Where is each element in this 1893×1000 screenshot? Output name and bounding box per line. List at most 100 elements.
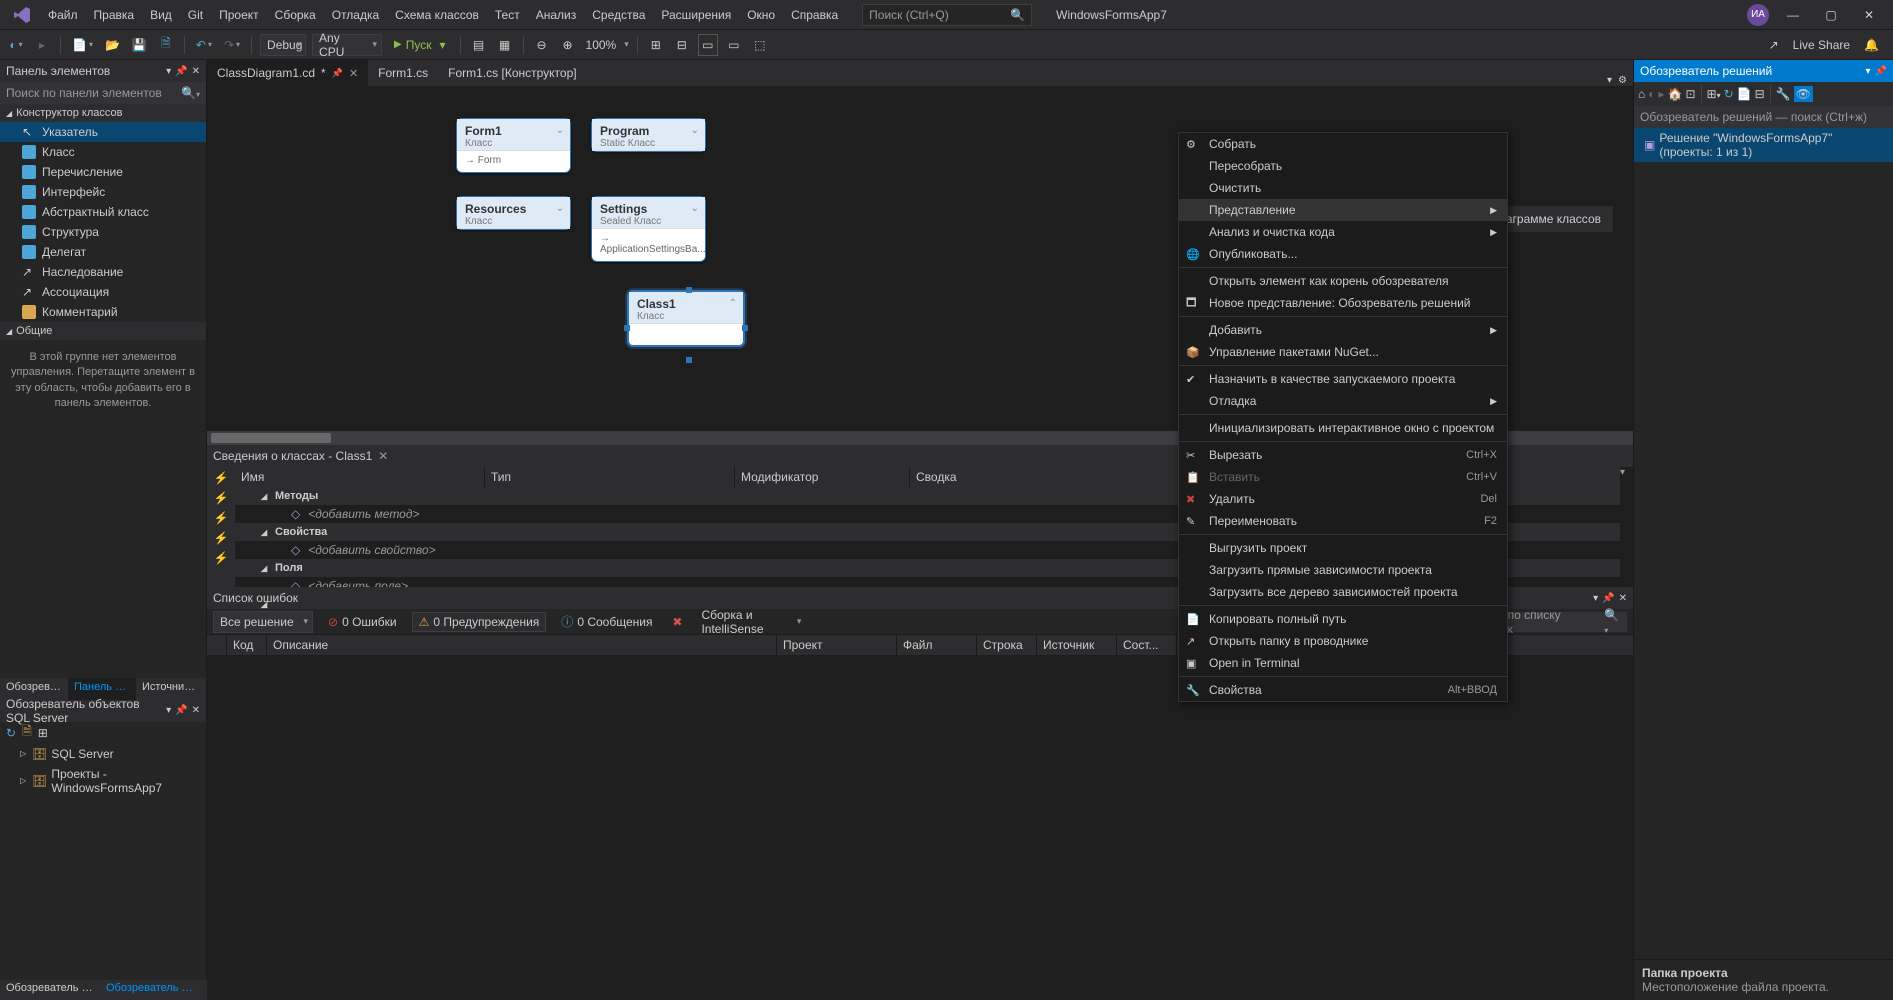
- doc-tabs-dropdown-icon[interactable]: ▾: [1607, 75, 1612, 86]
- tool-icon-3[interactable]: ⊞: [646, 34, 666, 56]
- tool-icon-5[interactable]: ▭: [698, 34, 718, 56]
- toolbox-item[interactable]: ↗Наследование: [0, 262, 206, 282]
- class-details-more-icon[interactable]: ▾: [1620, 467, 1633, 587]
- context-menu-item[interactable]: Открыть элемент как корень обозревателя: [1179, 270, 1507, 292]
- toolbox-pin-icon[interactable]: 📌: [175, 66, 187, 77]
- toolbox-item[interactable]: Перечисление: [0, 162, 206, 182]
- context-menu-item[interactable]: 📦Управление пакетами NuGet...: [1179, 341, 1507, 363]
- chevron-icon[interactable]: ⌄: [691, 203, 699, 214]
- sol-home2-icon[interactable]: 🏠: [1668, 87, 1683, 101]
- notifications-icon[interactable]: 🔔: [1864, 38, 1879, 52]
- redo-button[interactable]: ↷▾: [221, 34, 243, 56]
- sol-sync-icon[interactable]: ⊡: [1685, 87, 1695, 101]
- cd-icon-2[interactable]: ⚡: [214, 491, 229, 505]
- solution-search-input[interactable]: Обозреватель решений — поиск (Ctrl+ж): [1634, 106, 1893, 128]
- menu-сборка[interactable]: Сборка: [267, 4, 324, 26]
- context-menu-item[interactable]: ✖УдалитьDel: [1179, 488, 1507, 510]
- resize-handle[interactable]: [686, 287, 692, 293]
- errlist-pin-icon[interactable]: 📌: [1602, 593, 1614, 604]
- error-column[interactable]: Проект: [777, 635, 897, 655]
- tab-close-icon[interactable]: ✕: [349, 67, 358, 80]
- context-menu-item[interactable]: ⚙Собрать: [1179, 133, 1507, 155]
- tool-icon-6[interactable]: ▭: [724, 34, 744, 56]
- menu-схема классов[interactable]: Схема классов: [387, 4, 487, 26]
- chevron-icon[interactable]: ⌄: [556, 125, 564, 136]
- error-scope-combo[interactable]: Все решение: [213, 611, 313, 633]
- context-menu-item[interactable]: ✂ВырезатьCtrl+X: [1179, 444, 1507, 466]
- close-button[interactable]: ✕: [1855, 3, 1883, 27]
- context-menu-item[interactable]: Представление▶: [1179, 199, 1507, 221]
- live-share-button[interactable]: Live Share: [1793, 38, 1850, 52]
- minimize-button[interactable]: —: [1779, 3, 1807, 27]
- sql-group-icon[interactable]: ⊞: [38, 726, 48, 740]
- errors-filter[interactable]: ⊘0 Ошибки: [321, 612, 404, 632]
- doc-tabs-gear-icon[interactable]: ⚙: [1618, 75, 1627, 86]
- open-button[interactable]: 📂: [102, 34, 123, 56]
- zoom-in-button[interactable]: ⊕: [558, 34, 578, 56]
- menu-расширения[interactable]: Расширения: [653, 4, 739, 26]
- toolbox-item[interactable]: Абстрактный класс: [0, 202, 206, 222]
- status-tab[interactable]: Обозреватель объ...: [100, 980, 200, 1000]
- menu-окно[interactable]: Окно: [739, 4, 783, 26]
- nav-back-button[interactable]: ◐▾: [6, 34, 26, 56]
- context-menu-item[interactable]: Загрузить прямые зависимости проекта: [1179, 559, 1507, 581]
- chevron-icon[interactable]: ⌃: [729, 298, 737, 309]
- cd-icon-4[interactable]: ⚡: [214, 531, 229, 545]
- context-menu-item[interactable]: Инициализировать интерактивное окно с пр…: [1179, 417, 1507, 439]
- sql-dropdown-icon[interactable]: ▾: [166, 705, 171, 716]
- error-column[interactable]: Код: [227, 635, 267, 655]
- class-box[interactable]: SettingsSealed Класс⌄→ ApplicationSettin…: [591, 196, 706, 262]
- tool-icon-4[interactable]: ⊟: [672, 34, 692, 56]
- sol-fwd-icon[interactable]: ▸: [1659, 87, 1665, 101]
- toolbox-item[interactable]: Структура: [0, 222, 206, 242]
- sol-refresh-icon[interactable]: ↻: [1724, 87, 1734, 101]
- cd-icon-5[interactable]: ⚡: [214, 551, 229, 565]
- error-column[interactable]: Строка: [977, 635, 1037, 655]
- run-button[interactable]: Пуск▾: [388, 34, 451, 56]
- context-menu-item[interactable]: ▣Open in Terminal: [1179, 652, 1507, 674]
- errlist-close-icon[interactable]: ✕: [1619, 593, 1627, 604]
- chevron-icon[interactable]: ⌄: [556, 203, 564, 214]
- sol-home-icon[interactable]: ⌂: [1638, 87, 1645, 101]
- toolbox-close-icon[interactable]: ✕: [192, 66, 200, 77]
- resize-handle[interactable]: [742, 325, 748, 331]
- solution-root-item[interactable]: ▣ Решение "WindowsFormsApp7" (проекты: 1…: [1634, 128, 1893, 162]
- error-column[interactable]: Источник: [1037, 635, 1117, 655]
- sql-refresh-icon[interactable]: ↻: [6, 726, 16, 740]
- sol-showall-icon[interactable]: 📄: [1737, 87, 1752, 101]
- toolbox-category-general[interactable]: Общие: [0, 322, 206, 340]
- menu-средства[interactable]: Средства: [584, 4, 653, 26]
- context-menu-item[interactable]: Добавить▶: [1179, 319, 1507, 341]
- class-details-close-icon[interactable]: ✕: [378, 449, 388, 463]
- error-column[interactable]: Описание: [267, 635, 777, 655]
- menu-вид[interactable]: Вид: [142, 4, 180, 26]
- status-tab[interactable]: Обозреватель сер...: [0, 980, 100, 1000]
- context-menu-item[interactable]: 🌐Опубликовать...: [1179, 243, 1507, 265]
- maximize-button[interactable]: ▢: [1817, 3, 1845, 27]
- tool-icon-2[interactable]: ▦: [495, 34, 515, 56]
- error-column[interactable]: Сост...: [1117, 635, 1177, 655]
- context-menu-item[interactable]: Выгрузить проект: [1179, 537, 1507, 559]
- menu-файл[interactable]: Файл: [40, 4, 86, 26]
- chevron-icon[interactable]: ⌄: [691, 125, 699, 136]
- toolbox-item[interactable]: Делегат: [0, 242, 206, 262]
- doc-tab[interactable]: Form1.cs [Конструктор]: [438, 60, 586, 86]
- context-menu-item[interactable]: 📄Копировать полный путь: [1179, 608, 1507, 630]
- sql-tree-item[interactable]: 🗄Проекты - WindowsFormsApp7: [0, 764, 206, 798]
- config-combo[interactable]: Debug: [260, 34, 306, 56]
- toolbox-item[interactable]: Комментарий: [0, 302, 206, 322]
- sol-pin-icon[interactable]: 📌: [1875, 66, 1887, 77]
- toolbox-item[interactable]: ↖Указатель: [0, 122, 206, 142]
- class-details-column[interactable]: Модификатор: [735, 467, 910, 487]
- tool-icon-1[interactable]: ▤: [469, 34, 489, 56]
- menu-тест[interactable]: Тест: [487, 4, 528, 26]
- nav-fwd-button[interactable]: ▸: [32, 34, 52, 56]
- context-menu-item[interactable]: Загрузить все дерево зависимостей проект…: [1179, 581, 1507, 603]
- class-box[interactable]: Form1Класс⌄→ Form: [456, 118, 571, 173]
- class-box[interactable]: ProgramStatic Класс⌄: [591, 118, 706, 152]
- menu-проект[interactable]: Проект: [211, 4, 267, 26]
- class-details-column[interactable]: Имя: [235, 467, 485, 487]
- context-menu-item[interactable]: Анализ и очистка кода▶: [1179, 221, 1507, 243]
- cd-icon-1[interactable]: ⚡: [214, 471, 229, 485]
- context-menu-item[interactable]: ✎ПереименоватьF2: [1179, 510, 1507, 532]
